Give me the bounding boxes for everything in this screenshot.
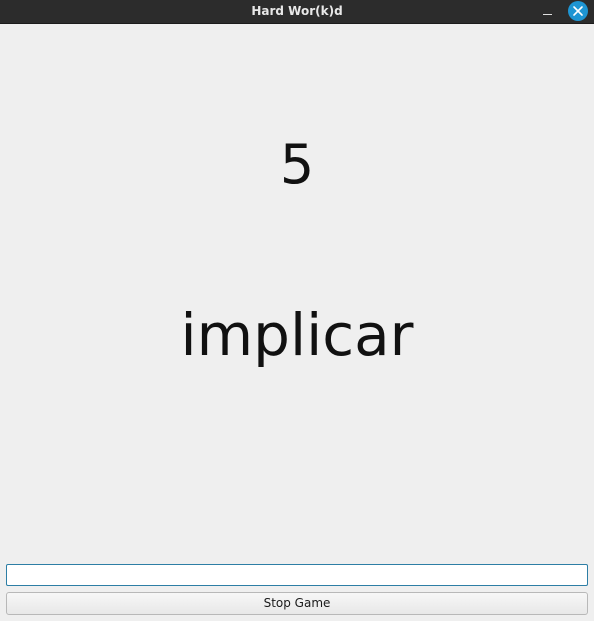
- minimize-button[interactable]: [538, 3, 556, 20]
- close-icon: [573, 6, 583, 16]
- app-window: Hard Wor(k)d 5 implicar Stop Game: [0, 0, 594, 621]
- close-button[interactable]: [568, 1, 588, 21]
- stop-game-button[interactable]: Stop Game: [6, 592, 588, 615]
- countdown-number: 5: [279, 133, 315, 196]
- window-title: Hard Wor(k)d: [251, 4, 343, 18]
- target-word: implicar: [180, 301, 414, 369]
- answer-input[interactable]: [6, 564, 588, 586]
- title-bar[interactable]: Hard Wor(k)d: [0, 0, 594, 24]
- minimize-icon: [542, 13, 552, 15]
